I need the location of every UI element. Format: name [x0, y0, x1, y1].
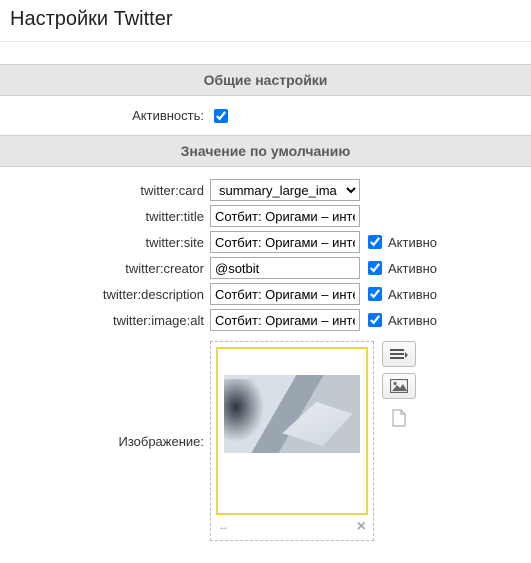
section-header-general: Общие настройки — [0, 64, 531, 96]
image-preview — [224, 375, 360, 453]
label-twitter-site: twitter:site — [0, 235, 210, 250]
file-button[interactable] — [382, 405, 416, 431]
menu-button[interactable] — [382, 341, 416, 367]
checkbox-twitter-description-active[interactable] — [368, 287, 382, 301]
activity-checkbox[interactable] — [214, 109, 228, 123]
active-label: Активно — [388, 287, 437, 302]
activity-label: Активность: — [0, 108, 210, 123]
page-title: Настройки Twitter — [0, 0, 531, 41]
label-twitter-description: twitter:description — [0, 287, 210, 302]
section-header-defaults: Значение по умолчанию — [0, 135, 531, 167]
divider — [0, 41, 531, 42]
checkbox-twitter-image-alt-active[interactable] — [368, 313, 382, 327]
image-library-button[interactable] — [382, 373, 416, 399]
input-twitter-description[interactable] — [210, 283, 360, 305]
label-twitter-image-alt: twitter:image:alt — [0, 313, 210, 328]
label-twitter-creator: twitter:creator — [0, 261, 210, 276]
remove-image-icon[interactable]: × — [357, 519, 366, 535]
active-label: Активно — [388, 261, 437, 276]
label-twitter-card: twitter:card — [0, 183, 210, 198]
label-twitter-title: twitter:title — [0, 209, 210, 224]
image-preview-frame — [216, 347, 368, 515]
image-icon — [390, 379, 408, 393]
label-image: Изображение: — [0, 434, 210, 449]
image-dropzone[interactable]: ↔ × — [210, 341, 374, 541]
menu-icon — [390, 348, 408, 360]
input-twitter-image-alt[interactable] — [210, 309, 360, 331]
input-twitter-title[interactable] — [210, 205, 360, 227]
checkbox-twitter-creator-active[interactable] — [368, 261, 382, 275]
checkbox-twitter-site-active[interactable] — [368, 235, 382, 249]
active-label: Активно — [388, 313, 437, 328]
input-twitter-creator[interactable] — [210, 257, 360, 279]
input-twitter-site[interactable] — [210, 231, 360, 253]
file-icon — [392, 409, 406, 427]
reorder-handle-icon[interactable]: ↔ — [218, 521, 227, 533]
select-twitter-card[interactable]: summary_large_ima — [210, 179, 360, 201]
active-label: Активно — [388, 235, 437, 250]
